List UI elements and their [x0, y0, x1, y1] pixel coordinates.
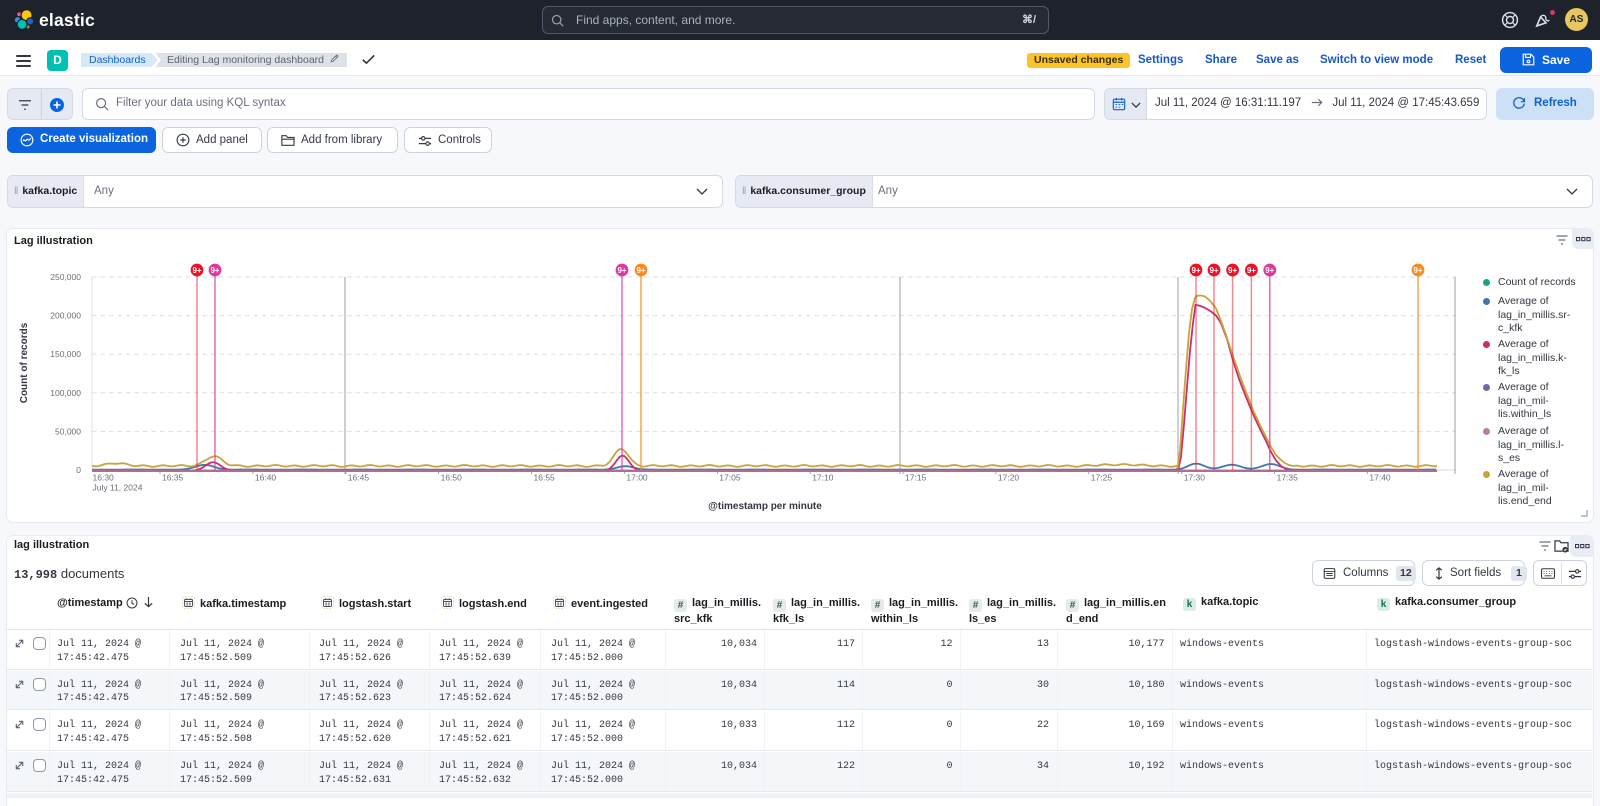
svg-text:9+: 9+: [1209, 266, 1218, 275]
svg-text:17:25: 17:25: [1091, 473, 1113, 483]
svg-text:0: 0: [76, 465, 81, 475]
svg-text:16:30: 16:30: [93, 473, 115, 483]
svg-text:17:05: 17:05: [719, 473, 741, 483]
svg-text:200,000: 200,000: [50, 311, 81, 321]
svg-text:Count of records: Count of records: [19, 322, 30, 403]
svg-text:17:15: 17:15: [905, 473, 927, 483]
svg-text:9+: 9+: [192, 266, 201, 275]
svg-text:250,000: 250,000: [50, 272, 81, 282]
svg-text:@timestamp per minute: @timestamp per minute: [708, 501, 822, 512]
svg-text:17:40: 17:40: [1369, 473, 1391, 483]
svg-text:9+: 9+: [1191, 266, 1200, 275]
svg-text:16:55: 16:55: [534, 473, 556, 483]
svg-text:17:30: 17:30: [1184, 473, 1206, 483]
svg-text:9+: 9+: [210, 266, 219, 275]
svg-text:17:20: 17:20: [998, 473, 1020, 483]
svg-text:16:35: 16:35: [162, 473, 184, 483]
svg-text:9+: 9+: [1247, 266, 1256, 275]
svg-text:9+: 9+: [1265, 266, 1274, 275]
svg-text:17:35: 17:35: [1277, 473, 1299, 483]
svg-text:16:40: 16:40: [255, 473, 277, 483]
svg-text:9+: 9+: [617, 266, 626, 275]
svg-text:50,000: 50,000: [55, 426, 81, 436]
svg-text:100,000: 100,000: [50, 388, 81, 398]
svg-text:16:45: 16:45: [348, 473, 370, 483]
svg-text:150,000: 150,000: [50, 349, 81, 359]
svg-text:17:00: 17:00: [626, 473, 648, 483]
svg-text:16:50: 16:50: [441, 473, 463, 483]
svg-text:9+: 9+: [636, 266, 645, 275]
svg-text:9+: 9+: [1413, 266, 1422, 275]
svg-text:9+: 9+: [1228, 266, 1237, 275]
svg-text:July 11, 2024: July 11, 2024: [93, 483, 143, 493]
svg-text:17:10: 17:10: [812, 473, 834, 483]
